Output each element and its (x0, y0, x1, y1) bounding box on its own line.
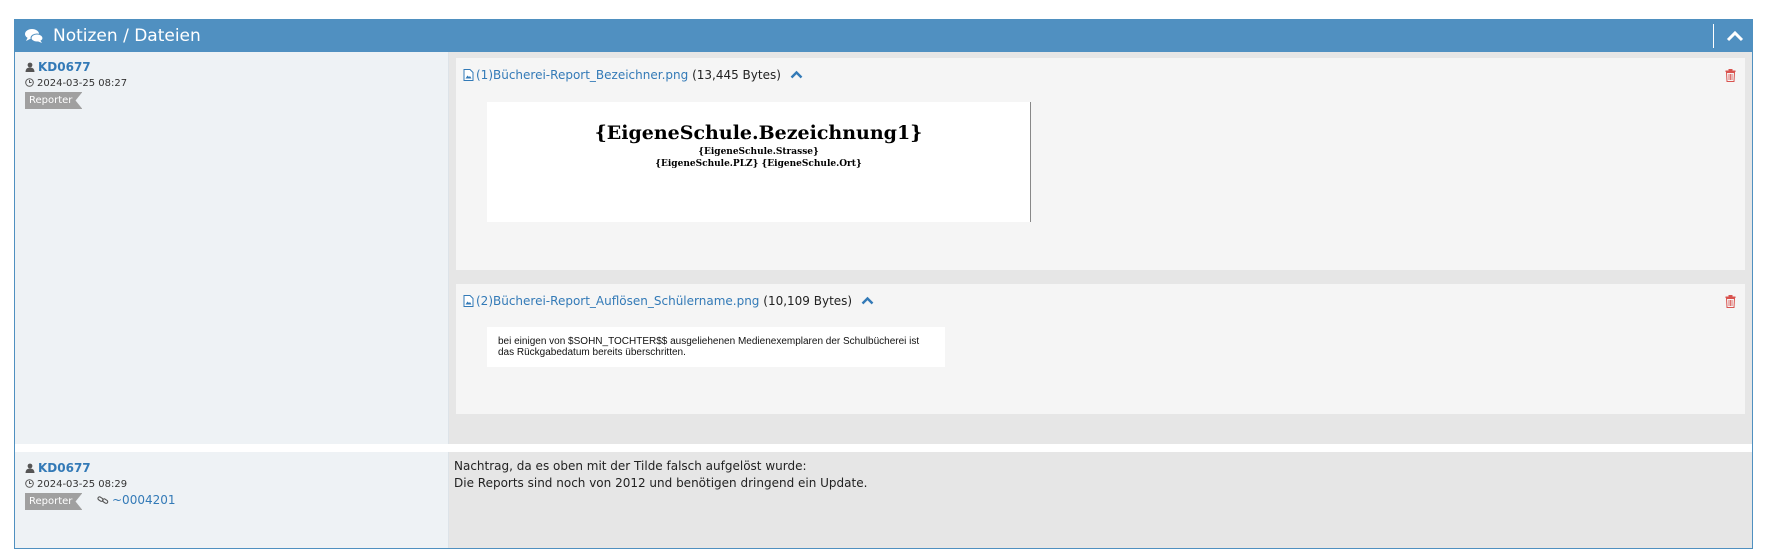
attachment-size: (13,445 Bytes) (692, 68, 781, 82)
file-image-icon (463, 69, 474, 81)
preview-title: {EigeneSchule.Bezeichnung1} (594, 122, 923, 144)
chevron-up-icon[interactable] (861, 296, 874, 305)
image-preview[interactable]: bei einigen von $SOHN_TOCHTER$$ ausgelie… (487, 327, 945, 367)
chevron-up-icon[interactable] (790, 70, 803, 79)
trash-icon[interactable] (1725, 295, 1736, 308)
link-icon (97, 496, 109, 504)
user-icon (25, 62, 35, 72)
file-image-icon (463, 295, 474, 307)
widget-header: Notizen / Dateien (15, 20, 1752, 52)
clock-icon (25, 78, 34, 87)
attachment-header: (2)Bücherei-Report_Auflösen_Schülername.… (463, 294, 874, 308)
note-text: Nachtrag, da es oben mit der Tilde falsc… (454, 459, 868, 490)
role-badge: Reporter (25, 493, 83, 510)
image-preview[interactable]: {EigeneSchule.Bezeichnung1} {EigeneSchul… (487, 102, 1031, 222)
comments-icon (25, 29, 43, 43)
preview-line: {EigeneSchule.PLZ} {EigeneSchule.Ort} (655, 159, 862, 169)
trash-icon[interactable] (1725, 69, 1736, 82)
notes-widget: Notizen / Dateien KD0677 2024-03-25 08:2… (14, 19, 1753, 549)
attachment-header: (1)Bücherei-Report_Bezeichner.png (13,44… (463, 68, 803, 82)
preview-line: bei einigen von $SOHN_TOCHTER$$ ausgelie… (498, 336, 920, 347)
attachment: (1)Bücherei-Report_Bezeichner.png (13,44… (456, 58, 1745, 270)
note-entry: KD0677 2024-03-25 08:29 Reporter ~000420… (15, 452, 1752, 548)
note-permalink[interactable]: ~0004201 (97, 493, 176, 507)
author-name[interactable]: KD0677 (38, 60, 91, 74)
preview-line: das Rückgabedatum bereits überschritten. (498, 347, 686, 358)
note-meta: KD0677 2024-03-25 08:27 Reporter (15, 52, 449, 444)
note-content: Nachtrag, da es oben mit der Tilde falsc… (449, 452, 1752, 548)
note-timestamp: 2024-03-25 08:29 (25, 479, 127, 490)
widget-title: Notizen / Dateien (53, 26, 201, 46)
attachment-link[interactable]: (1)Bücherei-Report_Bezeichner.png (476, 68, 688, 82)
chevron-up-icon[interactable] (1726, 28, 1744, 44)
attachment-size: (10,109 Bytes) (763, 294, 853, 308)
attachment: (2)Bücherei-Report_Auflösen_Schülername.… (456, 284, 1745, 414)
attachment-link[interactable]: (2)Bücherei-Report_Auflösen_Schülername.… (476, 294, 759, 308)
header-divider (1713, 24, 1714, 48)
note-entry: KD0677 2024-03-25 08:27 Reporter (1)Büch… (15, 52, 1752, 444)
note-author[interactable]: KD0677 (25, 461, 91, 475)
note-author[interactable]: KD0677 (25, 60, 91, 74)
user-icon (25, 463, 35, 473)
author-name[interactable]: KD0677 (38, 461, 91, 475)
note-meta: KD0677 2024-03-25 08:29 Reporter ~000420… (15, 452, 449, 548)
clock-icon (25, 479, 34, 488)
note-timestamp: 2024-03-25 08:27 (25, 78, 127, 89)
note-content: (1)Bücherei-Report_Bezeichner.png (13,44… (449, 52, 1752, 444)
role-badge: Reporter (25, 92, 83, 109)
preview-line: {EigeneSchule.Strasse} (698, 147, 819, 157)
